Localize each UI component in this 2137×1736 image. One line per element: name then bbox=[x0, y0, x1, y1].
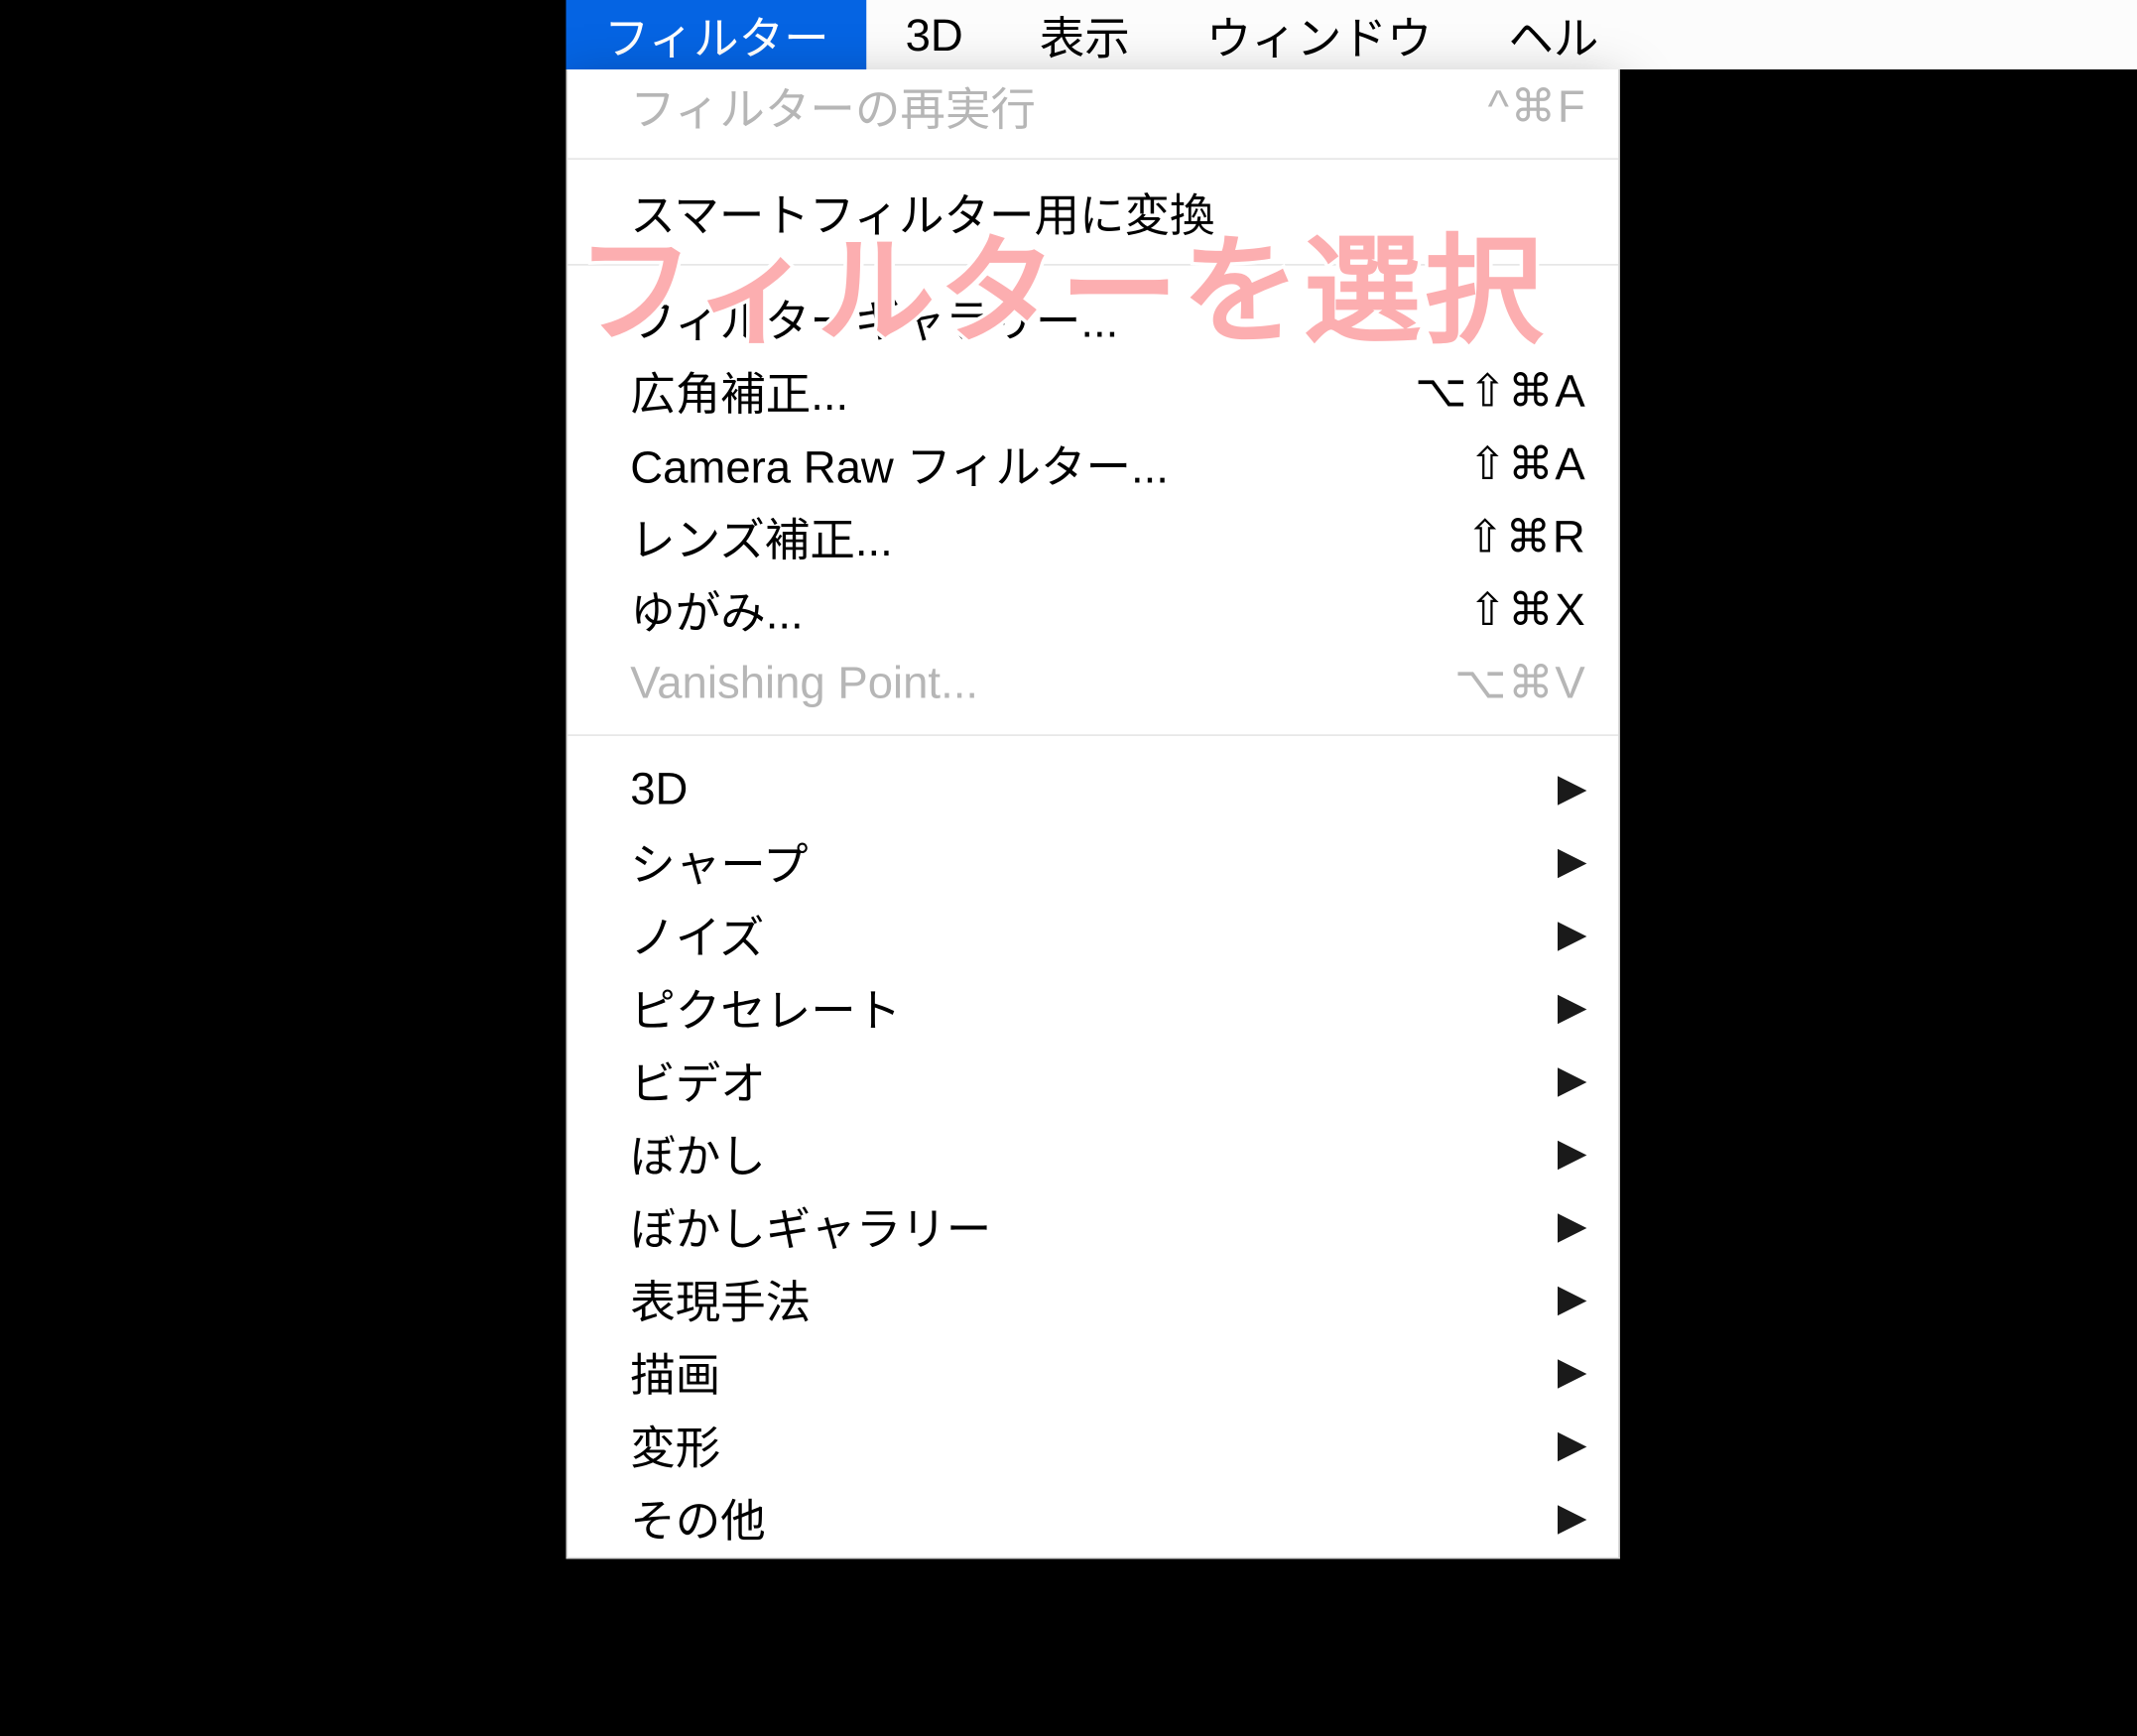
menu-item-render[interactable]: 描画 ▶ bbox=[567, 1335, 1618, 1409]
menu-item-label: その他 bbox=[630, 1485, 1545, 1550]
menubar-item-window[interactable]: ウィンドウ bbox=[1168, 0, 1470, 69]
menu-item-stylize[interactable]: 表現手法 ▶ bbox=[567, 1262, 1618, 1335]
submenu-arrow-icon: ▶ bbox=[1546, 1130, 1587, 1176]
submenu-arrow-icon: ▶ bbox=[1546, 1422, 1587, 1467]
submenu-arrow-icon: ▶ bbox=[1546, 1203, 1587, 1249]
menu-item-sharpen[interactable]: シャープ ▶ bbox=[567, 824, 1618, 898]
menu-item-camera-raw-filter[interactable]: Camera Raw フィルター... ⇧⌘A bbox=[567, 428, 1618, 501]
menu-item-shortcut: ⌥⇧⌘A bbox=[1415, 364, 1586, 418]
submenu-arrow-icon: ▶ bbox=[1546, 1495, 1587, 1541]
menu-item-label: ノイズ bbox=[630, 902, 1545, 966]
menu-item-label: ぼかしギャラリー bbox=[630, 1193, 1545, 1258]
menu-item-label: ぼかし bbox=[630, 1121, 1545, 1185]
menubar-item-label: 3D bbox=[906, 8, 963, 62]
submenu-arrow-icon: ▶ bbox=[1546, 1057, 1587, 1103]
menu-item-label: ゆがみ... bbox=[630, 577, 1468, 642]
menu-item-label: 3D bbox=[630, 761, 1545, 814]
menu-item-other[interactable]: その他 ▶ bbox=[567, 1481, 1618, 1554]
menubar-item-filter[interactable]: フィルター bbox=[566, 0, 868, 69]
menu-item-liquify[interactable]: ゆがみ... ⇧⌘X bbox=[567, 573, 1618, 647]
menu-item-shortcut: ⇧⌘X bbox=[1468, 582, 1586, 636]
submenu-arrow-icon: ▶ bbox=[1546, 1349, 1587, 1395]
menu-item-wide-angle[interactable]: 広角補正... ⌥⇧⌘A bbox=[567, 354, 1618, 428]
menu-item-label: Camera Raw フィルター... bbox=[630, 432, 1468, 496]
menubar-item-view[interactable]: 表示 bbox=[1001, 0, 1168, 69]
submenu-arrow-icon: ▶ bbox=[1546, 766, 1587, 811]
menu-item-convert-smart-filter[interactable]: スマートフィルター用に変換 bbox=[567, 176, 1618, 249]
menu-item-label: ビデオ bbox=[630, 1048, 1545, 1112]
filter-dropdown: フィルターの再実行 ^⌘F スマートフィルター用に変換 フィルターギャラリー..… bbox=[566, 69, 1620, 1559]
submenu-arrow-icon: ▶ bbox=[1546, 838, 1587, 884]
menu-item-label: 表現手法 bbox=[630, 1267, 1545, 1331]
menu-item-label: Vanishing Point... bbox=[630, 656, 1454, 709]
menubar-item-3d[interactable]: 3D bbox=[867, 0, 1001, 69]
menu-separator bbox=[567, 734, 1618, 736]
menubar-item-help[interactable]: ヘル bbox=[1470, 0, 1637, 69]
menubar-item-label: 表示 bbox=[1040, 3, 1130, 67]
menu-item-label: フィルターの再実行 bbox=[630, 73, 1487, 138]
menu-item-blur-gallery[interactable]: ぼかしギャラリー ▶ bbox=[567, 1189, 1618, 1263]
menu-item-noise[interactable]: ノイズ ▶ bbox=[567, 898, 1618, 971]
menu-item-label: レンズ補正... bbox=[630, 504, 1466, 568]
menu-item-shortcut: ^⌘F bbox=[1488, 79, 1587, 133]
menu-item-label: 広角補正... bbox=[630, 358, 1415, 423]
menu-item-shortcut: ⇧⌘A bbox=[1468, 436, 1586, 490]
menu-item-distort[interactable]: 変形 ▶ bbox=[567, 1408, 1618, 1481]
menu-item-label: スマートフィルター用に変換 bbox=[630, 180, 1586, 244]
submenu-arrow-icon: ▶ bbox=[1546, 1276, 1587, 1321]
menu-item-3d[interactable]: 3D ▶ bbox=[567, 752, 1618, 825]
menu-item-lens-correction[interactable]: レンズ補正... ⇧⌘R bbox=[567, 500, 1618, 573]
menu-item-label: 描画 bbox=[630, 1339, 1545, 1404]
submenu-arrow-icon: ▶ bbox=[1546, 984, 1587, 1030]
menu-item-pixelate[interactable]: ピクセレート ▶ bbox=[567, 970, 1618, 1044]
menu-item-label: 変形 bbox=[630, 1413, 1545, 1477]
menu-separator bbox=[567, 264, 1618, 266]
menu-item-label: フィルターギャラリー... bbox=[630, 286, 1586, 350]
menu-item-reapply-filter: フィルターの再実行 ^⌘F bbox=[567, 69, 1618, 143]
submenu-arrow-icon: ▶ bbox=[1546, 912, 1587, 957]
menu-item-video[interactable]: ビデオ ▶ bbox=[567, 1044, 1618, 1117]
menubar: フィルター 3D 表示 ウィンドウ ヘル bbox=[566, 0, 2137, 69]
menubar-item-label: ウィンドウ bbox=[1206, 3, 1433, 67]
menubar-item-label: フィルター bbox=[604, 3, 829, 67]
menu-item-vanishing-point: Vanishing Point... ⌥⌘V bbox=[567, 646, 1618, 719]
menu-item-shortcut: ⌥⌘V bbox=[1454, 656, 1587, 709]
menu-item-filter-gallery[interactable]: フィルターギャラリー... bbox=[567, 282, 1618, 355]
menu-item-label: ピクセレート bbox=[630, 975, 1545, 1040]
menu-separator bbox=[567, 158, 1618, 160]
menu-item-label: シャープ bbox=[630, 829, 1545, 894]
menubar-item-label: ヘル bbox=[1508, 3, 1598, 67]
menu-item-shortcut: ⇧⌘R bbox=[1466, 510, 1587, 563]
menu-item-blur[interactable]: ぼかし ▶ bbox=[567, 1116, 1618, 1189]
